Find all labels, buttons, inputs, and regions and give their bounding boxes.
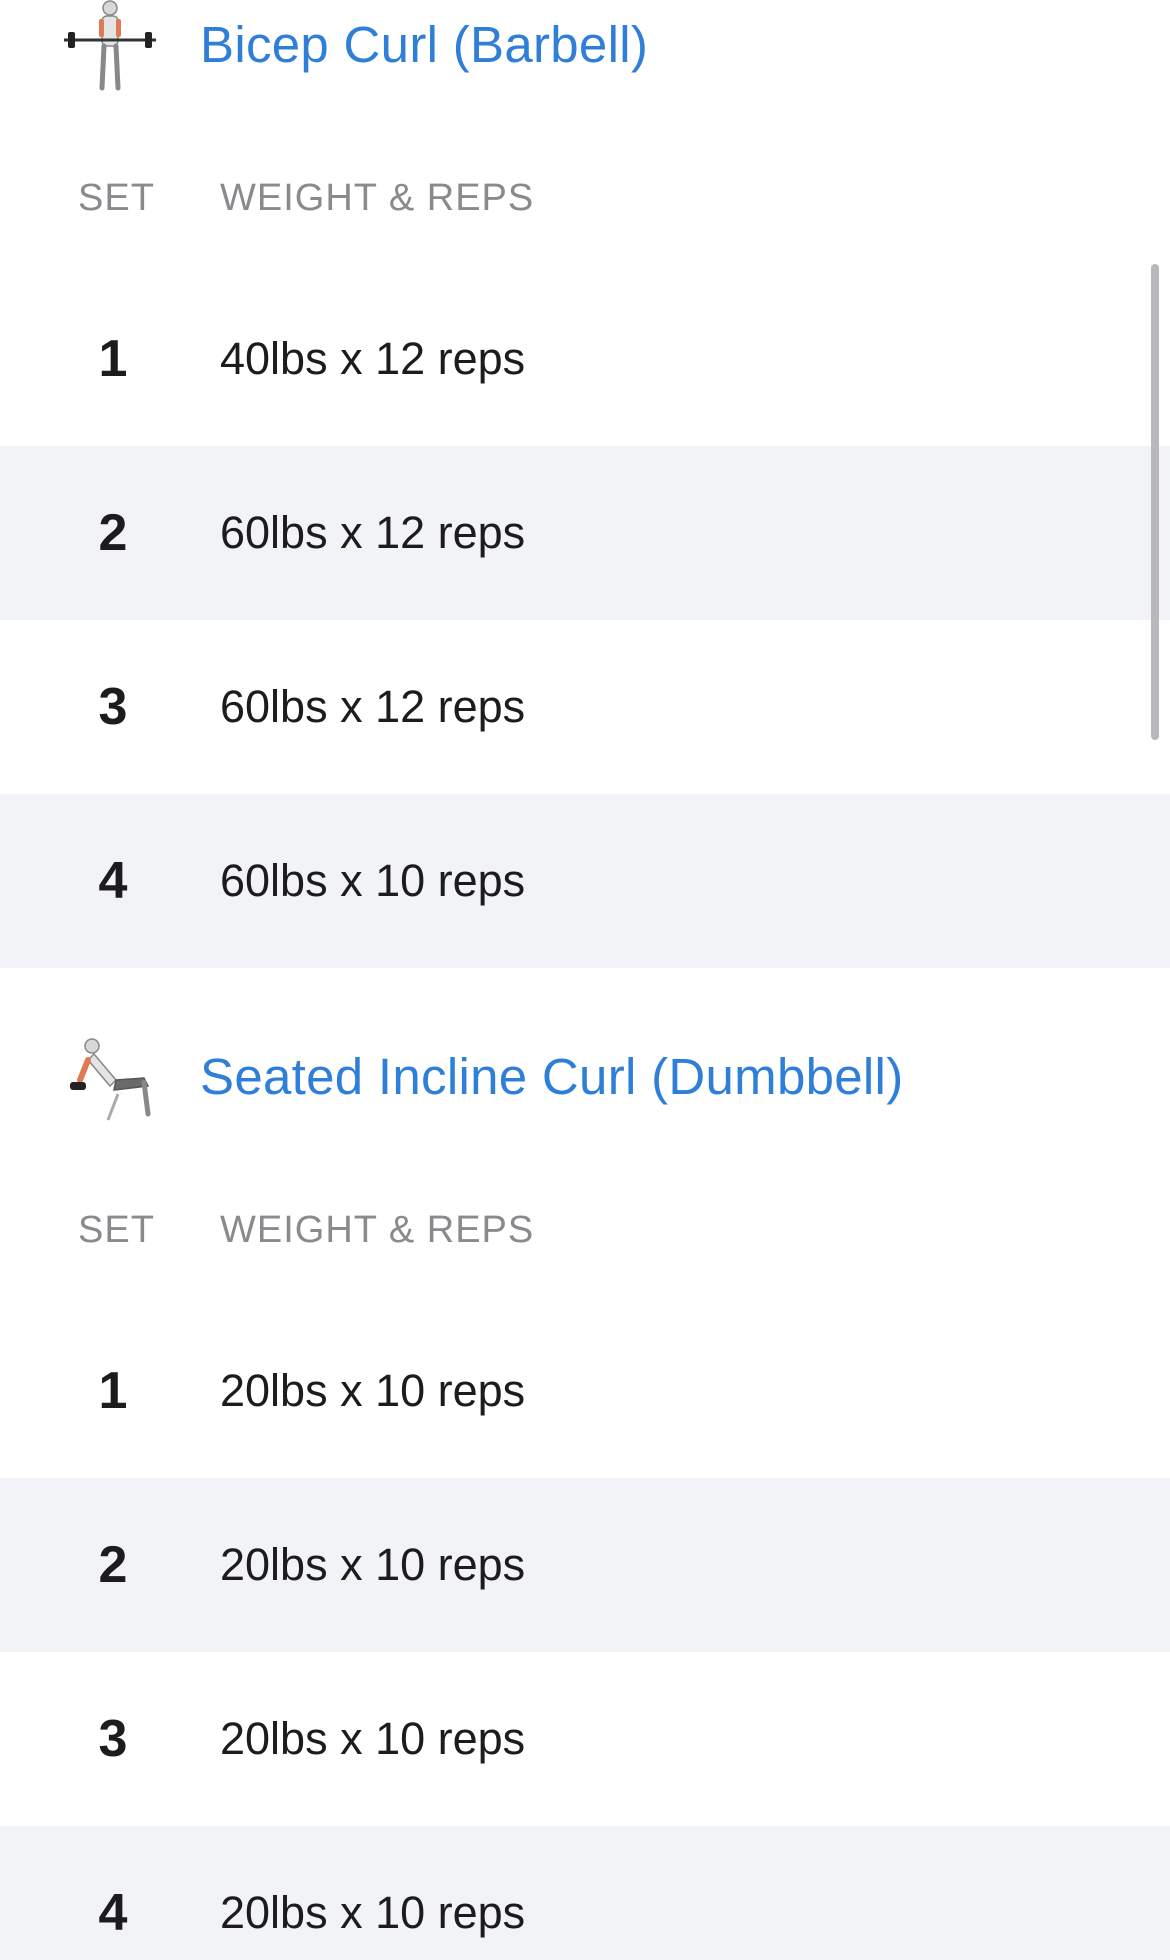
set-row[interactable]: 1 20lbs x 10 reps [0, 1304, 1170, 1478]
set-column-header: SET [78, 177, 155, 219]
weight-reps-value: 20lbs x 10 reps [220, 1713, 526, 1764]
exercise-header[interactable]: Bicep Curl (Barbell) [0, 0, 1170, 104]
weight-reps-column-header: WEIGHT & REPS [220, 1209, 535, 1251]
weight-reps-value: 20lbs x 10 reps [220, 1887, 526, 1938]
set-number: 1 [98, 330, 128, 388]
set-row[interactable]: 4 60lbs x 10 reps [0, 794, 1170, 968]
weight-reps-value: 20lbs x 10 reps [220, 1539, 526, 1590]
weight-reps-value: 60lbs x 12 reps [220, 681, 526, 732]
exercise-header[interactable]: Seated Incline Curl (Dumbbell) [0, 1016, 1170, 1136]
exercise-title[interactable]: Bicep Curl (Barbell) [200, 15, 648, 74]
column-header-row: SET WEIGHT & REPS [0, 1200, 1170, 1260]
set-row[interactable]: 1 40lbs x 12 reps [0, 272, 1170, 446]
incline-curl-figure-icon[interactable] [58, 1024, 162, 1128]
set-column-header: SET [78, 1209, 155, 1251]
exercise-title[interactable]: Seated Incline Curl (Dumbbell) [200, 1047, 903, 1106]
weight-reps-value: 40lbs x 12 reps [220, 333, 526, 384]
workout-detail-page: Bicep Curl (Barbell) SET WEIGHT & REPS 1… [0, 0, 1170, 1960]
barbell-curl-figure-icon[interactable] [58, 0, 162, 96]
weight-reps-value: 20lbs x 10 reps [220, 1365, 526, 1416]
weight-reps-value: 60lbs x 10 reps [220, 855, 526, 906]
weight-reps-column-header: WEIGHT & REPS [220, 177, 535, 219]
set-number: 4 [98, 852, 128, 910]
set-number: 3 [98, 678, 128, 736]
set-number: 2 [98, 1536, 128, 1594]
set-row[interactable]: 2 60lbs x 12 reps [0, 446, 1170, 620]
set-number: 4 [98, 1884, 128, 1942]
set-number: 3 [98, 1710, 128, 1768]
set-row[interactable]: 4 20lbs x 10 reps [0, 1826, 1170, 1960]
set-row[interactable]: 2 20lbs x 10 reps [0, 1478, 1170, 1652]
set-number: 2 [98, 504, 128, 562]
set-number: 1 [98, 1362, 128, 1420]
column-header-row: SET WEIGHT & REPS [0, 168, 1170, 228]
vertical-scrollbar[interactable] [1151, 264, 1159, 740]
weight-reps-value: 60lbs x 12 reps [220, 507, 526, 558]
set-row[interactable]: 3 20lbs x 10 reps [0, 1652, 1170, 1826]
set-row[interactable]: 3 60lbs x 12 reps [0, 620, 1170, 794]
